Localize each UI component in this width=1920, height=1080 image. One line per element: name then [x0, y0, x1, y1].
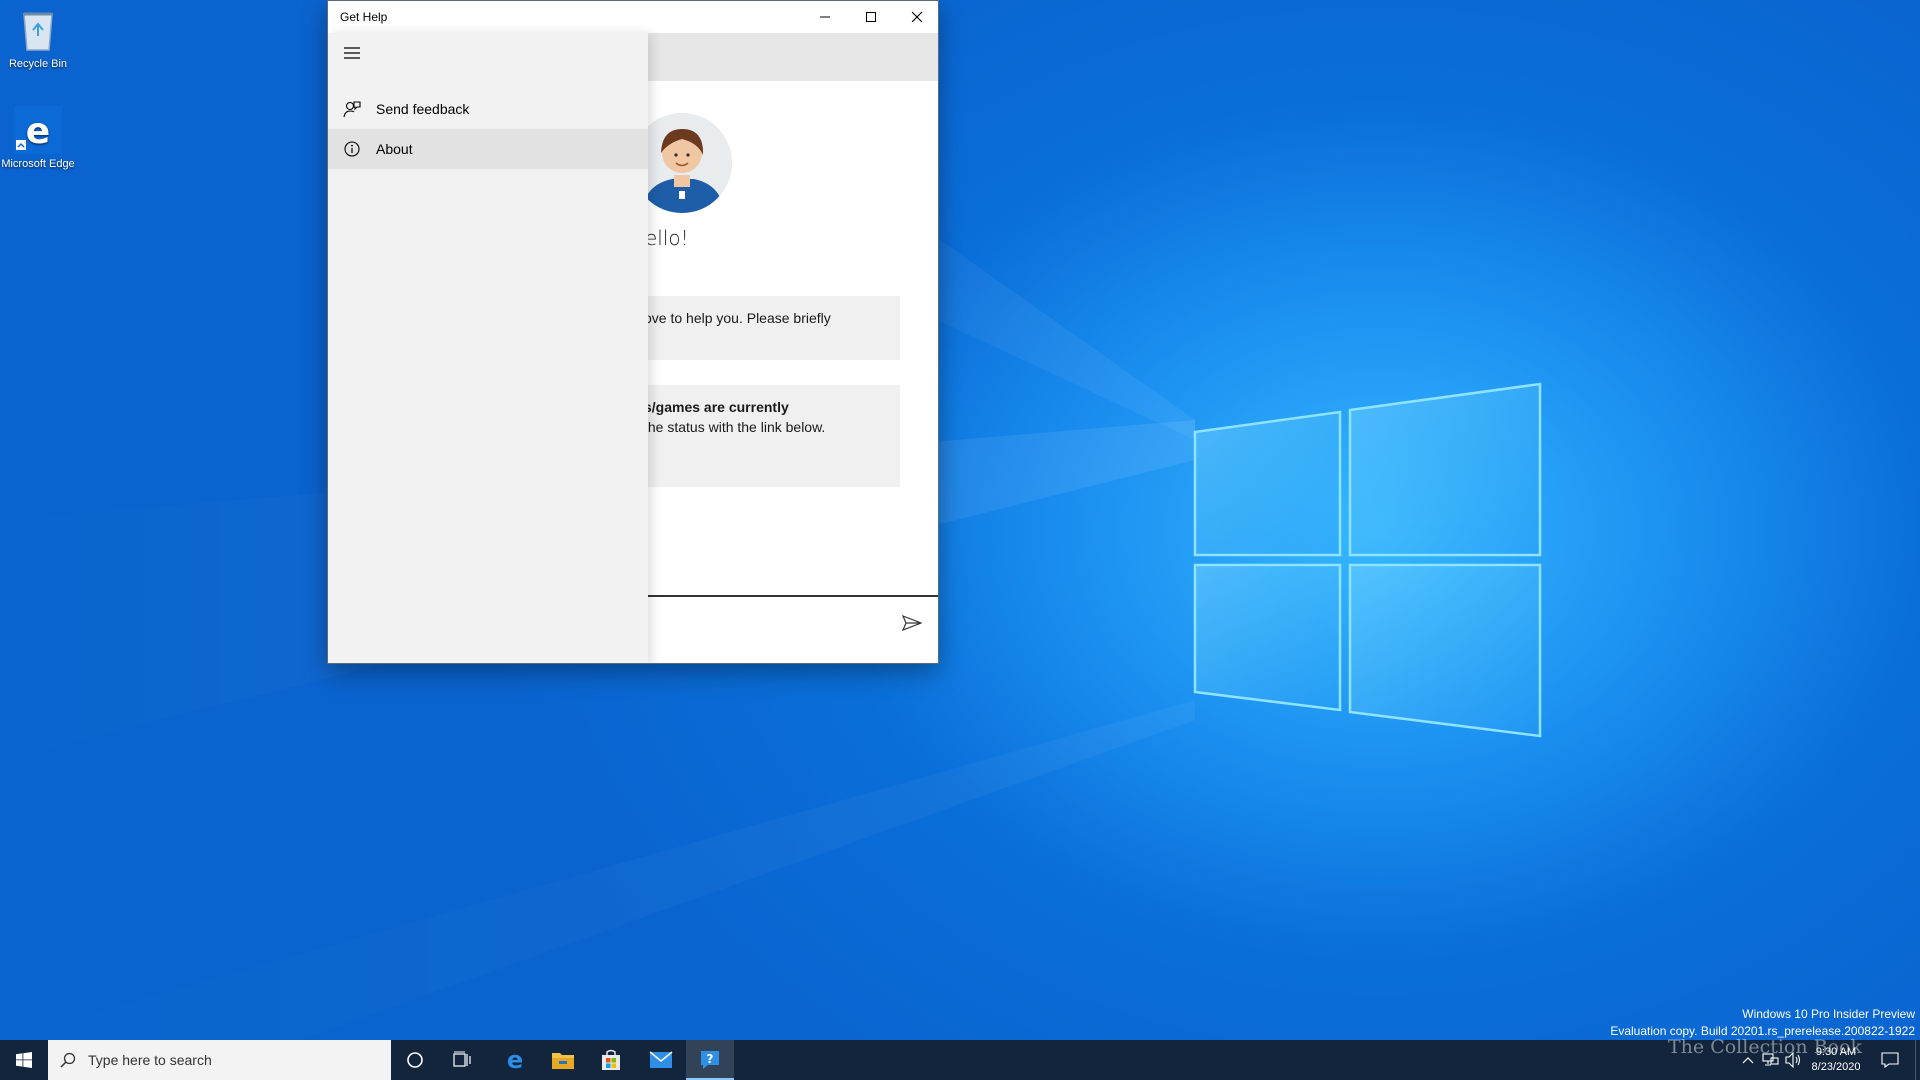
desktop-icon-recycle-bin[interactable]: Recycle Bin — [0, 6, 76, 71]
chat-message-2: s/games are currently the status with th… — [628, 385, 900, 487]
edge-icon: e — [14, 106, 62, 154]
taskbar-get-help-button[interactable]: ? — [686, 1040, 734, 1080]
minimize-icon — [820, 16, 830, 18]
taskbar-file-explorer-button[interactable] — [539, 1040, 587, 1080]
navigation-pane: Send feedback About — [328, 33, 648, 663]
close-icon — [911, 11, 923, 23]
edge-icon: e — [507, 1048, 523, 1072]
desktop-wallpaper — [0, 0, 1920, 1040]
nav-item-send-feedback[interactable]: Send feedback — [328, 89, 648, 129]
notification-icon — [1881, 1052, 1899, 1068]
task-view-button[interactable] — [439, 1040, 487, 1080]
send-button[interactable] — [896, 607, 928, 639]
evaluation-watermark: Windows 10 Pro Insider Preview Evaluatio… — [1610, 1006, 1915, 1040]
chat-message-2-text: the status with the link below. — [644, 419, 826, 435]
cortana-button[interactable] — [391, 1040, 439, 1080]
taskbar: Type here to search e ? 9:30 AM 8/23/202… — [0, 1040, 1920, 1080]
search-icon — [48, 1052, 88, 1068]
maximize-button[interactable] — [848, 1, 894, 33]
mail-icon — [649, 1051, 673, 1068]
hamburger-menu-button[interactable] — [340, 41, 364, 65]
greeting-text: ello! — [645, 226, 689, 250]
watermark-line-1: Windows 10 Pro Insider Preview — [1742, 1007, 1915, 1021]
recycle-bin-icon — [14, 6, 62, 54]
nav-item-send-feedback-label: Send feedback — [376, 101, 470, 117]
windows-logo-icon — [16, 1052, 32, 1068]
svg-text:?: ? — [707, 1052, 714, 1066]
send-icon — [902, 615, 922, 631]
recycle-bin-label: Recycle Bin — [8, 58, 68, 70]
chat-message-1-text: ove to help you. Please briefly — [644, 310, 831, 326]
collection-book-watermark-text: The Collection Book — [1668, 1036, 1862, 1058]
maximize-icon — [866, 12, 876, 22]
taskbar-edge-button[interactable]: e — [491, 1040, 539, 1080]
cortana-icon — [407, 1052, 423, 1068]
task-view-icon — [453, 1051, 471, 1067]
taskbar-store-button[interactable] — [587, 1040, 635, 1080]
clock-date: 8/23/2020 — [1811, 1061, 1861, 1073]
get-help-icon: ? — [701, 1051, 719, 1069]
collection-book-watermark: The Collection Book — [1668, 1036, 1862, 1058]
minimize-button[interactable] — [802, 1, 848, 33]
action-center-button[interactable] — [1870, 1040, 1910, 1080]
nav-item-about[interactable]: About — [328, 129, 648, 169]
svg-text:e: e — [26, 111, 50, 152]
microsoft-edge-label: Microsoft Edge — [1, 158, 75, 170]
search-placeholder: Type here to search — [88, 1052, 212, 1068]
close-button[interactable] — [894, 1, 938, 33]
show-desktop-button[interactable] — [1915, 1040, 1920, 1080]
file-explorer-icon — [552, 1053, 574, 1069]
svg-text:e: e — [507, 1048, 523, 1072]
info-icon — [328, 141, 376, 157]
taskbar-search-box[interactable]: Type here to search — [48, 1040, 391, 1080]
nav-item-about-label: About — [376, 141, 413, 157]
desktop-icon-microsoft-edge[interactable]: e Microsoft Edge — [0, 106, 76, 171]
chat-message-2-bold: s/games are currently — [644, 399, 789, 415]
start-button[interactable] — [0, 1040, 48, 1080]
hamburger-icon — [344, 47, 360, 59]
feedback-icon — [328, 100, 376, 118]
get-help-window: Get Help ello! ove to help you. Please b… — [327, 0, 939, 664]
window-title: Get Help — [340, 10, 388, 24]
store-icon — [602, 1049, 620, 1070]
taskbar-mail-button[interactable] — [637, 1040, 685, 1080]
title-bar[interactable]: Get Help — [328, 1, 938, 33]
chat-message-1: ove to help you. Please briefly — [628, 296, 900, 360]
